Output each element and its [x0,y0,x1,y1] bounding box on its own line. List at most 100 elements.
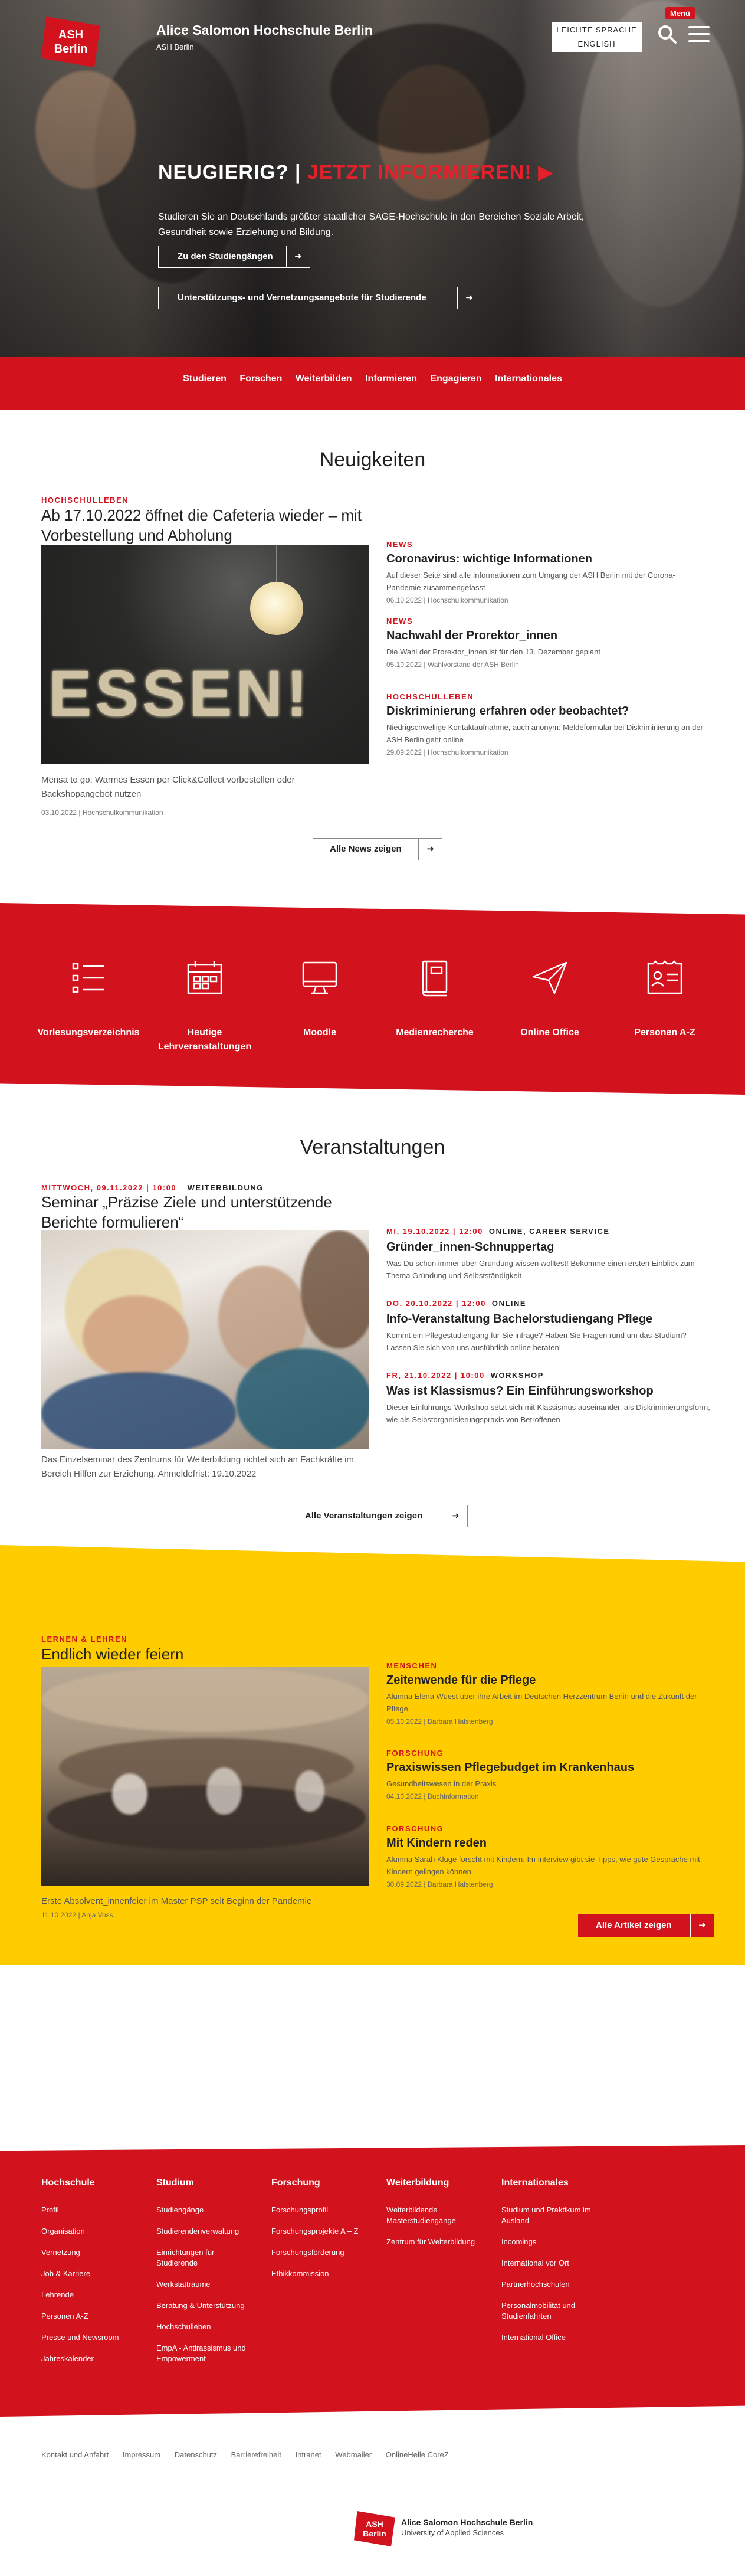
footer-link[interactable]: Forschungsprojekte A – Z [271,2226,372,2237]
search-icon[interactable] [657,24,678,45]
footer-link[interactable]: Studierendenverwaltung [156,2226,257,2237]
news-side-title[interactable]: Diskriminierung erfahren oder beobachtet… [386,703,705,719]
footer-brand-subtitle: University of Applied Sciences [401,2528,504,2537]
news-side-item[interactable]: NEWS Coronavirus: wichtige Informationen… [386,540,705,617]
footer-link[interactable]: Profil [41,2205,142,2215]
hero-headline[interactable]: NEUGIERIG? | JETZT INFORMIEREN! ▶ [158,161,554,184]
footer-column-title[interactable]: Internationales [501,2178,608,2188]
legal-link[interactable]: Kontakt und Anfahrt [41,2450,109,2459]
magazine-side-item[interactable]: MENSCHEN Zeitenwende für die Pflege Alum… [386,1661,711,1749]
footer-link[interactable]: Presse und Newsroom [41,2332,142,2343]
all-articles-button[interactable]: Alle Artikel zeigen ➜ [578,1914,714,1937]
event-main-headline[interactable]: Seminar „Präzise Ziele und unterstützend… [41,1192,378,1232]
hero-section: ASH Berlin Alice Salomon Hochschule Berl… [0,0,745,357]
event-side-item[interactable]: DO, 20.10.2022 | 12:00 ONLINE Info-Verans… [386,1298,711,1370]
study-programs-button[interactable]: Zu den Studiengängen ➜ [158,246,310,268]
nav-item-internationales[interactable]: Internationales [495,374,562,384]
footer-link[interactable]: Einrichtungen für Studierende [156,2247,257,2269]
footer-link[interactable]: Studium und Praktikum im Ausland [501,2205,608,2226]
footer-link[interactable]: Zentrum für Weiterbildung [386,2237,487,2247]
event-side-title[interactable]: Gründer_innen-Schnuppertag [386,1239,711,1255]
quicklink-moodle[interactable]: Moodle [267,959,373,1040]
legal-link[interactable]: Impressum [123,2450,160,2459]
news-side-title[interactable]: Coronavirus: wichtige Informationen [386,551,705,567]
all-news-label: Alle News zeigen [330,844,402,854]
nav-item-studieren[interactable]: Studieren [183,374,227,384]
news-main-image[interactable]: ESSEN! [41,545,369,764]
support-offers-button[interactable]: Unterstützungs- und Vernetzungsangebote … [158,287,481,309]
magazine-main-image[interactable] [41,1667,369,1886]
footer-column-title[interactable]: Weiterbildung [386,2178,487,2188]
footer-link[interactable]: Forschungsprofil [271,2205,372,2215]
all-articles-label: Alle Artikel zeigen [596,1920,672,1930]
magazine-main-headline[interactable]: Endlich wieder feiern [41,1644,183,1664]
footer-link[interactable]: Job & Karriere [41,2269,142,2279]
nav-item-forschen[interactable]: Forschen [239,374,282,384]
nav-item-informieren[interactable]: Informieren [365,374,417,384]
legal-link[interactable]: Webmailer [335,2450,372,2459]
footer-link[interactable]: Jahreskalender [41,2354,142,2364]
footer-link[interactable]: Ethikkommission [271,2269,372,2279]
footer-link[interactable]: Vernetzung [41,2247,142,2258]
legal-link[interactable]: Datenschutz [175,2450,217,2459]
footer-link[interactable]: EmpA - Antirassismus und Empowerment [156,2343,257,2364]
magazine-side-item[interactable]: FORSCHUNG Mit Kindern reden Alumna Sarah… [386,1824,711,1888]
all-news-button[interactable]: Alle News zeigen ➜ [313,838,442,860]
news-main-headline[interactable]: Ab 17.10.2022 öffnet die Cafeteria wiede… [41,505,372,545]
magazine-side-item[interactable]: FORSCHUNG Praxiswissen Pflegebudget im K… [386,1749,711,1824]
arrow-right-icon: ➜ [418,839,442,860]
magazine-side-title[interactable]: Mit Kindern reden [386,1835,711,1851]
legal-links: Kontakt und Anfahrt Impressum Datenschut… [41,2450,461,2459]
event-side-item[interactable]: MI, 19.10.2022 | 12:00 ONLINE, CAREER SER… [386,1226,711,1298]
legal-link[interactable]: Intranet [296,2450,321,2459]
quicklink-online-office[interactable]: Online Office [497,959,603,1040]
footer-column-title[interactable]: Hochschule [41,2178,142,2188]
magazine-side-title[interactable]: Praxiswissen Pflegebudget im Krankenhaus [386,1760,711,1775]
footer-link[interactable]: Forschungsförderung [271,2247,372,2258]
event-side-title[interactable]: Info-Veranstaltung Bachelorstudiengang P… [386,1311,711,1327]
news-side-title[interactable]: Nachwahl der Prorektor_innen [386,628,705,643]
news-side-item[interactable]: NEWS Nachwahl der Prorektor_innen Die Wa… [386,617,705,692]
footer-link[interactable]: Personen A-Z [41,2311,142,2322]
quicklink-people-az[interactable]: Personen A-Z [612,959,718,1040]
legal-link[interactable]: OnlineHelle CoreZ [386,2450,449,2459]
site-subtitle: ASH Berlin [156,42,194,51]
footer-link[interactable]: Organisation [41,2226,142,2237]
magazine-side-title[interactable]: Zeitenwende für die Pflege [386,1672,711,1688]
news-side-item[interactable]: HOCHSCHULLEBEN Diskriminierung erfahren … [386,692,705,757]
footer-link[interactable]: Weiterbildende Masterstudiengänge [386,2205,487,2226]
quicklink-todays-lectures[interactable]: Heutige Lehrveranstaltungen [152,959,258,1054]
footer-link[interactable]: Personalmobilität und Studienfahrten [501,2300,608,2322]
footer-link[interactable]: Studiengänge [156,2205,257,2215]
footer-link[interactable]: International vor Ort [501,2258,608,2269]
legal-link[interactable]: Barrierefreiheit [231,2450,281,2459]
arrow-right-icon: ➜ [444,1505,467,1527]
event-main-image[interactable] [41,1230,369,1449]
footer-column-title[interactable]: Studium [156,2178,257,2188]
footer-link[interactable]: Partnerhochschulen [501,2279,608,2290]
all-events-button[interactable]: Alle Veranstaltungen zeigen ➜ [288,1505,468,1527]
quicklink-media-search[interactable]: Medienrecherche [382,959,488,1040]
event-side-item[interactable]: FR, 21.10.2022 | 10:00 WORKSHOP Was ist K… [386,1370,711,1426]
footer-link[interactable]: Lehrende [41,2290,142,2300]
menu-label[interactable]: Menü [665,7,695,19]
event-side-title[interactable]: Was ist Klassismus? Ein Einführungsworks… [386,1383,711,1399]
footer-logo[interactable]: ASH Berlin [354,2511,395,2546]
footer-column-title[interactable]: Forschung [271,2178,372,2188]
footer-link[interactable]: Hochschulleben [156,2322,257,2332]
nav-item-weiterbilden[interactable]: Weiterbilden [296,374,352,384]
nav-item-engagieren[interactable]: Engagieren [430,374,481,384]
footer-column-internationales: Internationales Studium und Praktikum im… [501,2178,608,2354]
quicklink-course-catalog[interactable]: Vorlesungsverzeichnis [35,959,142,1040]
english-link[interactable]: ENGLISH [552,37,641,51]
all-events-label: Alle Veranstaltungen zeigen [305,1511,423,1521]
hamburger-menu-icon[interactable] [688,26,710,42]
footer-link[interactable]: Incomings [501,2237,608,2247]
site-title[interactable]: Alice Salomon Hochschule Berlin [156,22,373,38]
footer-link[interactable]: International Office [501,2332,608,2343]
footer-link[interactable]: Werkstatträume [156,2279,257,2290]
easy-language-link[interactable]: LEICHTE SPRACHE [552,23,641,37]
footer-link[interactable]: Beratung & Unterstützung [156,2300,257,2311]
study-programs-label: Zu den Studiengängen [178,251,273,261]
magazine-side-desc: Gesundheitswesen in der Praxis [386,1779,497,1788]
